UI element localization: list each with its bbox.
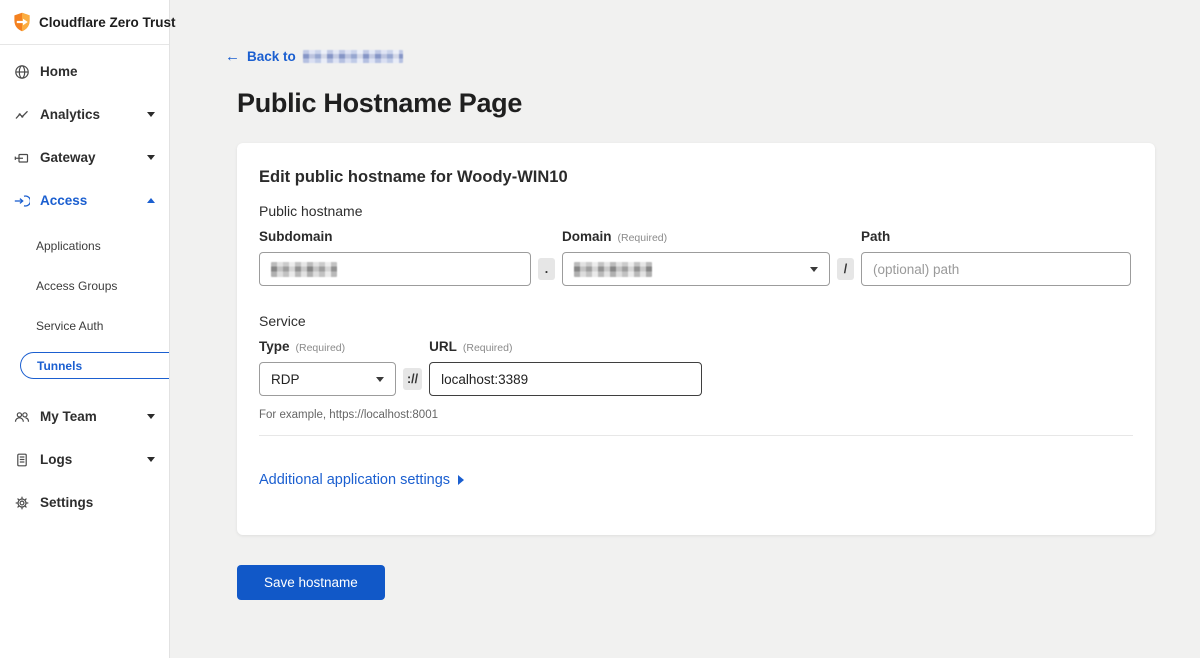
chevron-right-icon <box>458 475 464 485</box>
service-url-input[interactable] <box>429 362 702 396</box>
sidebar-item-label: Logs <box>40 452 147 467</box>
sidebar-item-label: Analytics <box>40 107 147 122</box>
type-label-row: Type (Required) <box>259 339 396 354</box>
subdomain-field: Subdomain <box>259 229 531 286</box>
page-title: Public Hostname Page <box>237 88 1155 119</box>
url-example-hint: For example, https://localhost:8001 <box>259 409 1133 421</box>
sidebar: Cloudflare Zero Trust Home Analytics <box>0 0 170 658</box>
type-label: Type <box>259 339 290 354</box>
sidebar-item-access[interactable]: Access <box>0 179 169 222</box>
brand-header[interactable]: Cloudflare Zero Trust <box>0 0 169 45</box>
chevron-down-icon <box>810 267 818 272</box>
domain-label-row: Domain (Required) <box>562 229 830 244</box>
sidebar-subitem-applications[interactable]: Applications <box>0 226 169 266</box>
scheme-separator: :// <box>403 368 422 390</box>
sidebar-item-label: Home <box>40 64 155 79</box>
chevron-down-icon <box>147 155 155 160</box>
sidebar-item-label: Access <box>40 193 147 208</box>
sidebar-subitem-access-groups[interactable]: Access Groups <box>0 266 169 306</box>
sidebar-item-analytics[interactable]: Analytics <box>0 93 169 136</box>
back-arrow-icon: ← <box>225 49 240 64</box>
sidebar-subitem-label: Applications <box>36 239 101 253</box>
additional-settings-link[interactable]: Additional application settings <box>259 472 464 488</box>
redacted-subdomain-value <box>271 262 337 277</box>
service-row: Type (Required) RDP :// URL (Required) <box>259 339 1133 396</box>
public-hostname-section-label: Public hostname <box>259 203 1133 219</box>
team-icon <box>14 409 30 425</box>
globe-icon <box>14 64 30 80</box>
main-content: ← Back to Public Hostname Page Edit publ… <box>171 0 1200 658</box>
service-type-field: Type (Required) RDP <box>259 339 396 396</box>
sidebar-subitem-label: Tunnels <box>37 359 82 373</box>
url-label: URL <box>429 339 457 354</box>
path-input[interactable] <box>861 252 1131 286</box>
gateway-icon <box>14 150 30 166</box>
service-type-select[interactable]: RDP <box>259 362 396 396</box>
service-type-value: RDP <box>271 372 300 387</box>
sidebar-subitem-label: Service Auth <box>36 319 103 333</box>
card-title: Edit public hostname for Woody-WIN10 <box>259 168 1133 187</box>
sidebar-item-label: My Team <box>40 409 147 424</box>
service-url-field: URL (Required) <box>429 339 702 396</box>
sidebar-item-settings[interactable]: Settings <box>0 481 169 524</box>
sidebar-item-logs[interactable]: Logs <box>0 438 169 481</box>
gear-icon <box>14 495 30 511</box>
domain-label: Domain <box>562 229 612 244</box>
dot-separator: . <box>538 258 555 280</box>
domain-select[interactable] <box>562 252 830 286</box>
card-divider <box>259 435 1133 436</box>
back-link-label: Back to <box>247 49 296 64</box>
analytics-icon <box>14 107 30 123</box>
save-hostname-button[interactable]: Save hostname <box>237 565 385 600</box>
sidebar-subitem-tunnels[interactable]: Tunnels <box>20 352 169 379</box>
sidebar-subitem-service-auth[interactable]: Service Auth <box>0 306 169 346</box>
service-section-label: Service <box>259 313 1133 329</box>
sidebar-item-label: Settings <box>40 495 155 510</box>
subdomain-label: Subdomain <box>259 229 531 244</box>
url-required-hint: (Required) <box>463 342 513 354</box>
domain-field: Domain (Required) <box>562 229 830 286</box>
cloudflare-zero-trust-logo-icon <box>12 12 32 32</box>
additional-settings-label: Additional application settings <box>259 472 450 488</box>
type-required-hint: (Required) <box>296 342 346 354</box>
access-login-icon <box>14 193 30 209</box>
public-hostname-row: Subdomain . Domain (Required) / Path <box>259 229 1133 286</box>
chevron-down-icon <box>147 457 155 462</box>
access-subnav: Applications Access Groups Service Auth … <box>0 222 169 395</box>
redacted-back-target <box>303 50 403 63</box>
path-label: Path <box>861 229 1131 244</box>
back-link[interactable]: ← Back to <box>225 49 403 64</box>
subdomain-input[interactable] <box>259 252 531 286</box>
sidebar-item-label: Gateway <box>40 150 147 165</box>
sidebar-subitem-label: Access Groups <box>36 279 117 293</box>
redacted-domain-value <box>574 262 652 277</box>
path-field: Path <box>861 229 1131 286</box>
brand-title: Cloudflare Zero Trust <box>39 15 176 30</box>
chevron-down-icon <box>147 414 155 419</box>
chevron-down-icon <box>376 377 384 382</box>
sidebar-item-gateway[interactable]: Gateway <box>0 136 169 179</box>
chevron-down-icon <box>147 112 155 117</box>
slash-separator: / <box>837 258 854 280</box>
hostname-card: Edit public hostname for Woody-WIN10 Pub… <box>237 143 1155 535</box>
sidebar-nav: Home Analytics Gateway <box>0 45 169 524</box>
logs-icon <box>14 452 30 468</box>
chevron-up-icon <box>147 198 155 203</box>
sidebar-item-my-team[interactable]: My Team <box>0 395 169 438</box>
url-label-row: URL (Required) <box>429 339 702 354</box>
sidebar-item-home[interactable]: Home <box>0 50 169 93</box>
domain-required-hint: (Required) <box>618 232 668 244</box>
